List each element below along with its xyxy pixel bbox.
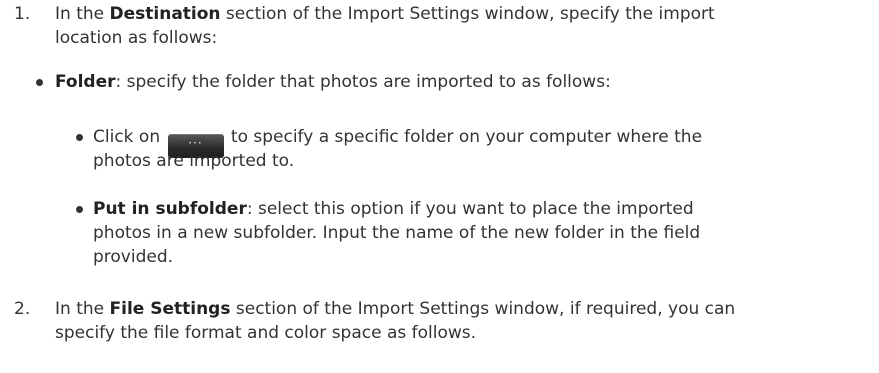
instructions-document: 1. In the Destination section of the Imp…	[0, 0, 879, 373]
step-1-line-2: location as follows:	[55, 28, 218, 48]
click-pre: Click on	[93, 127, 166, 147]
subfolder-item-line-1: Put in subfolder: select this option if …	[93, 198, 694, 221]
step-2-line-1: In the File Settings section of the Impo…	[55, 298, 735, 321]
click-post: to specify a specific folder on your com…	[225, 127, 703, 147]
folder-item: Folder: specify the folder that photos a…	[55, 71, 611, 94]
bullet-icon	[76, 206, 83, 213]
file-settings-label: File Settings	[109, 299, 231, 319]
bullet-icon	[36, 79, 43, 86]
subfolder-line-1-text: : select this option if you want to plac…	[246, 199, 694, 219]
step-1-number: 1.	[14, 4, 31, 24]
step-2-pre: In the	[55, 299, 110, 319]
folder-label: Folder	[55, 72, 116, 92]
click-item-line-2: photos are imported to.	[93, 151, 295, 171]
step-1-line-1: In the Destination section of the Import…	[55, 3, 715, 26]
put-in-subfolder-label: Put in subfolder	[93, 199, 247, 219]
step-1-post: section of the Import Settings window, s…	[220, 4, 715, 24]
subfolder-item-line-3: provided.	[93, 247, 174, 267]
destination-label: Destination	[109, 4, 221, 24]
bullet-icon	[76, 134, 83, 141]
folder-description: : specify the folder that photos are imp…	[115, 72, 611, 92]
step-2-line-2: specify the file format and color space …	[55, 323, 477, 343]
step-1-pre: In the	[55, 4, 110, 24]
step-2-post: section of the Import Settings window, i…	[230, 299, 736, 319]
step-2-number: 2.	[14, 299, 31, 319]
subfolder-item-line-2: photos in a new subfolder. Input the nam…	[93, 223, 701, 243]
